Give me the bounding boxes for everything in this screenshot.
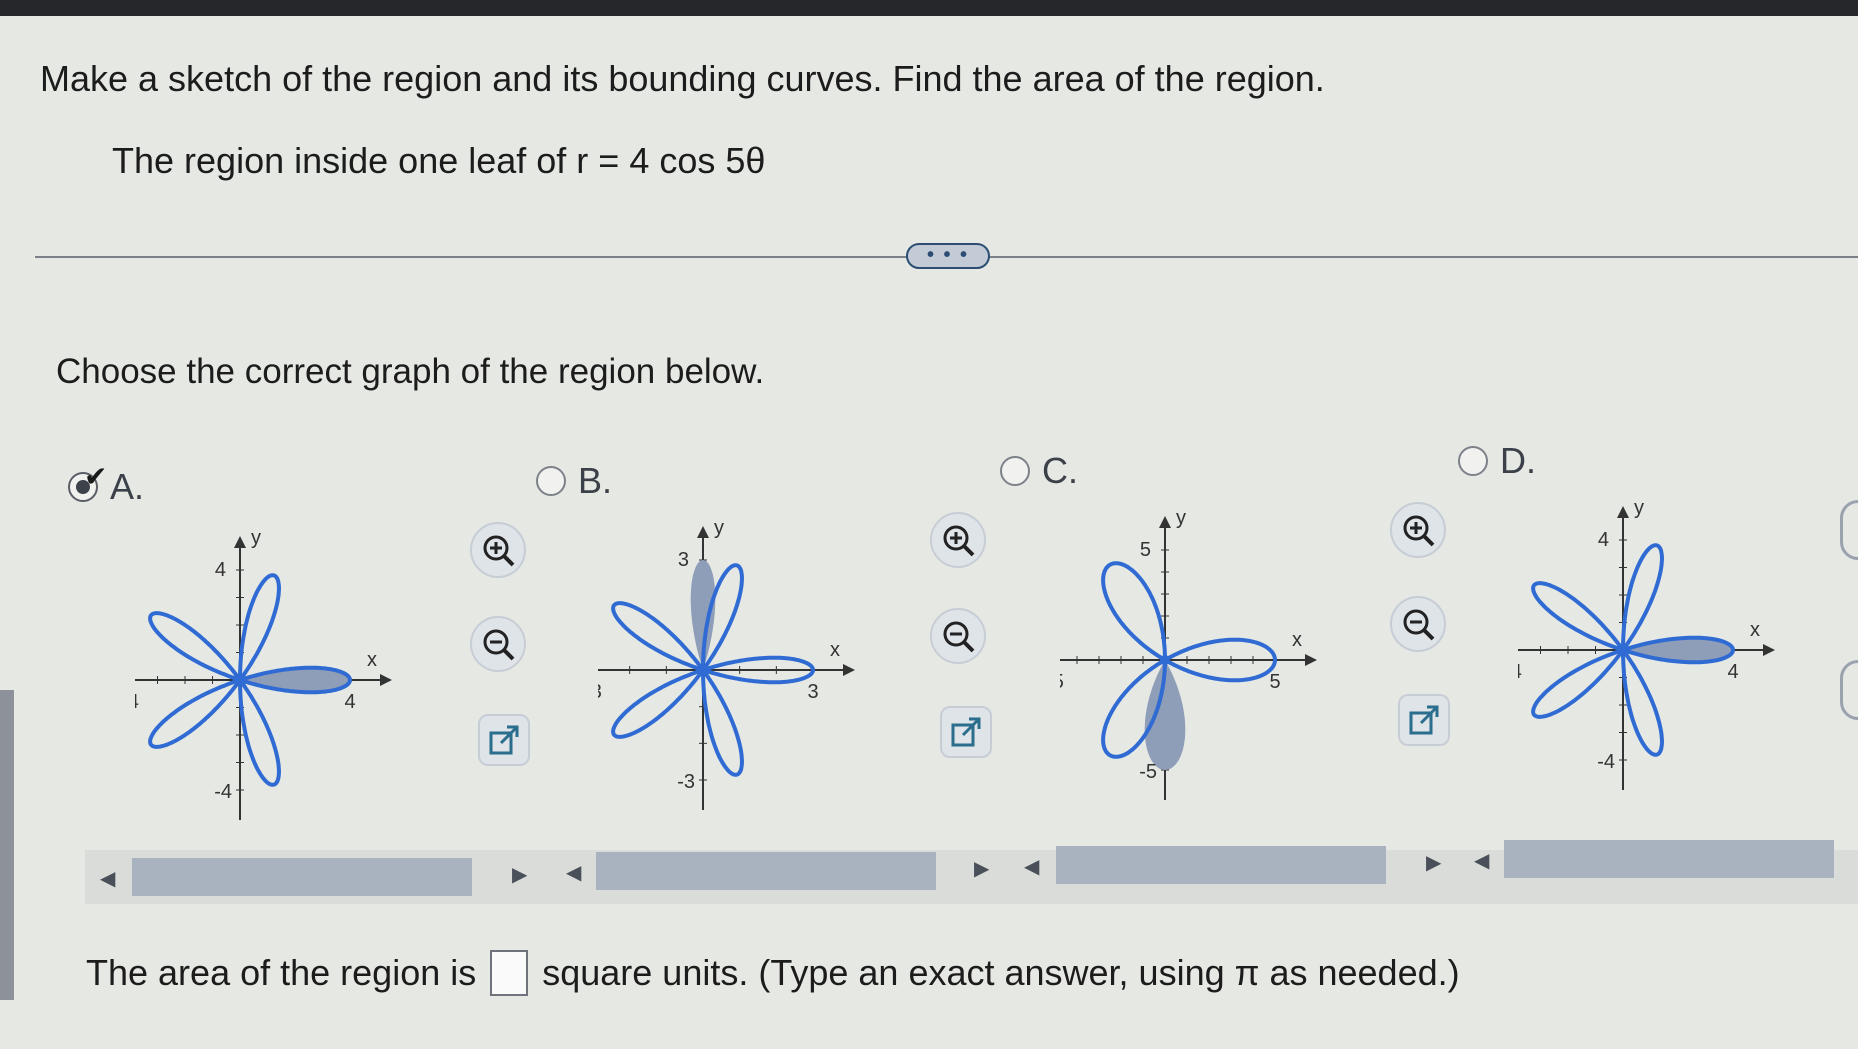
x-axis-label: x [1750,619,1760,641]
choose-instruction: Choose the correct graph of the region b… [56,352,765,391]
y-max-label: 4 [1598,529,1609,551]
option-d[interactable]: D. [1458,440,1536,482]
scroll-right-arrow-a[interactable]: ▶ [512,862,527,887]
zoom-in-icon [483,535,515,567]
zoom-in-icon [943,525,975,557]
x-axis-label: x [830,639,840,661]
x-axis-label: x [1292,629,1302,651]
option-b[interactable]: B. [536,460,612,502]
origin-point [1618,645,1628,655]
graph-option-b: -3 3 3 -3 x y [598,517,855,810]
scrollbar-a[interactable] [132,858,472,896]
popout-button-b[interactable] [940,706,992,758]
external-link-icon [489,725,519,755]
y-min-label: -4 [1597,751,1615,773]
x-min-label: -3 [598,681,602,703]
x-axis-label: x [367,649,377,671]
radio-a[interactable]: ✔ [68,461,107,502]
question-prompt: Make a sketch of the region and its boun… [40,58,1325,99]
zoom-out-icon [483,629,515,661]
origin-point [235,675,245,685]
scroll-left-arrow-d[interactable]: ◀ [1474,848,1489,873]
zoom-in-icon [1403,515,1435,547]
y-axis-arrow [697,526,709,538]
answer-input[interactable] [490,950,529,996]
external-link-icon [951,717,981,747]
zoom-out-button-a[interactable] [470,616,526,672]
scroll-right-arrow-c[interactable]: ▶ [1426,850,1441,875]
popout-button-a[interactable] [478,714,530,766]
scroll-left-arrow-c[interactable]: ◀ [1024,854,1039,879]
more-button[interactable]: • • • [906,243,990,269]
option-b-label: B. [578,460,613,501]
answer-prefix: The area of the region is [86,952,477,993]
x-min-label: -4 [135,691,139,713]
x-min-label: -5 [1060,671,1064,693]
graph-option-a: -4 4 4 -4 x y [135,527,392,820]
y-min-label: -3 [677,771,695,793]
zoom-out-button-b[interactable] [930,608,986,664]
answer-row: The area of the region is square units. … [86,950,1460,996]
x-min-label: -4 [1518,661,1522,683]
y-max-label: 5 [1140,539,1151,561]
zoom-out-icon [1403,609,1435,641]
graph-option-c: -5 5 5 -5 x y [1060,507,1317,800]
x-max-label: 5 [1269,671,1280,693]
zoom-in-button-b[interactable] [930,512,986,568]
scroll-left-arrow-b[interactable]: ◀ [566,860,581,885]
x-max-label: 4 [344,691,355,713]
y-max-label: 3 [678,549,689,571]
graph-option-d: -4 4 4 -4 x y [1518,497,1775,790]
x-axis-arrow [1763,644,1775,656]
y-axis-arrow [234,536,246,548]
origin-point [698,665,708,675]
origin-point [1160,655,1170,665]
edge-control-top[interactable] [1840,500,1858,560]
option-a[interactable]: ✔ A. [68,461,145,508]
checkmark-icon: ✔ [84,461,108,492]
radio-d[interactable] [1458,446,1488,476]
y-axis-arrow [1159,516,1171,528]
scroll-right-arrow-b[interactable]: ▶ [974,856,989,881]
popout-button-c[interactable] [1398,694,1450,746]
scrollbar-d[interactable] [1504,840,1834,878]
y-axis-label: y [251,527,261,549]
external-link-icon [1409,705,1439,735]
scrollbar-c[interactable] [1056,846,1386,884]
y-axis-label: y [1176,507,1186,529]
x-axis-arrow [1305,654,1317,666]
radio-b[interactable] [536,466,566,496]
option-c[interactable]: C. [1000,450,1078,492]
top-bar [0,0,1858,16]
option-a-label: A. [110,466,145,507]
region-description: The region inside one leaf of r = 4 cos … [112,140,766,181]
y-max-label: 4 [215,559,226,581]
radio-c[interactable] [1000,456,1030,486]
y-min-label: -4 [214,781,232,803]
y-axis-label: y [1634,497,1644,519]
y-min-label: -5 [1139,761,1157,783]
zoom-out-button-c[interactable] [1390,596,1446,652]
zoom-in-button-a[interactable] [470,522,526,578]
zoom-in-button-c[interactable] [1390,502,1446,558]
option-c-label: C. [1042,450,1078,491]
y-axis-label: y [714,517,724,539]
scrollbar-b[interactable] [596,852,936,890]
zoom-out-icon [943,621,975,653]
x-axis-arrow [380,674,392,686]
scroll-left-arrow-a[interactable]: ◀ [100,866,115,891]
x-axis-arrow [843,664,855,676]
x-max-label: 3 [807,681,818,703]
answer-suffix: square units. (Type an exact answer, usi… [542,952,1460,993]
x-max-label: 4 [1727,661,1738,683]
left-edge-strip [0,690,14,1000]
edge-control-bottom[interactable] [1840,660,1858,720]
y-axis-arrow [1617,506,1629,518]
option-d-label: D. [1500,440,1536,481]
